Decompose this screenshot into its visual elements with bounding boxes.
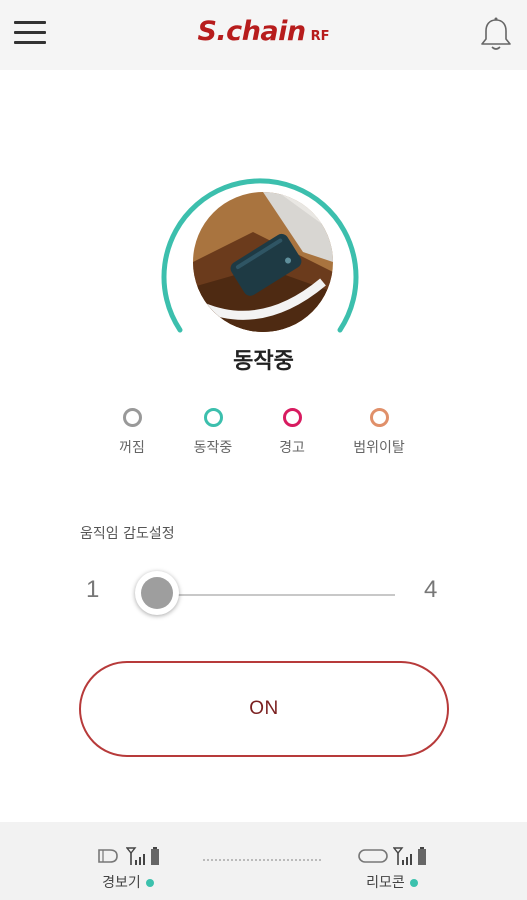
legend-label-warning: 경고 [279, 440, 305, 456]
battery-icon [151, 847, 159, 865]
legend-item-out-of-range: 범위이탈 [329, 408, 429, 457]
status-dot-warning [282, 408, 302, 427]
logo-main-text: S.chain [197, 16, 306, 47]
power-on-label: ON [249, 698, 279, 719]
battery-icon [418, 847, 426, 865]
connection-dotted-line [203, 859, 321, 861]
status-dot-active [203, 408, 223, 427]
status-title: 동작중 [233, 349, 294, 374]
device-photo [193, 192, 333, 332]
alarm-connected-dot [145, 879, 154, 887]
remote-connected-dot [409, 879, 418, 887]
alarm-device-status[interactable]: 경보기 [68, 822, 188, 900]
logo-sub-text: RF [310, 29, 330, 44]
status-dot-out-of-range [369, 408, 389, 427]
signal-icon [126, 847, 145, 865]
bell-icon[interactable] [478, 16, 514, 52]
slider-max-label: 4 [424, 576, 438, 603]
remote-device-status[interactable]: 리모콘 [332, 822, 452, 900]
remote-device-icon [358, 849, 388, 863]
signal-icon [393, 847, 412, 865]
power-on-button[interactable]: ON [79, 661, 449, 757]
alarm-device-icon [98, 849, 118, 863]
alarm-device-label: 경보기 [102, 875, 141, 891]
app-logo: S.chain RF [0, 16, 527, 47]
legend-label-out-of-range: 범위이탈 [353, 440, 405, 456]
legend-item-warning: 경고 [242, 408, 342, 457]
top-bar: S.chain RF [0, 0, 527, 70]
sensitivity-slider-thumb[interactable] [135, 571, 179, 615]
status-dot-off [122, 408, 142, 427]
bottom-status-bar: 경보기 리모콘 [0, 822, 527, 900]
sensitivity-label: 움직임 감도설정 [80, 526, 175, 542]
remote-device-label: 리모콘 [366, 875, 405, 891]
sensitivity-slider-track[interactable] [157, 594, 395, 596]
slider-min-label: 1 [86, 576, 100, 603]
